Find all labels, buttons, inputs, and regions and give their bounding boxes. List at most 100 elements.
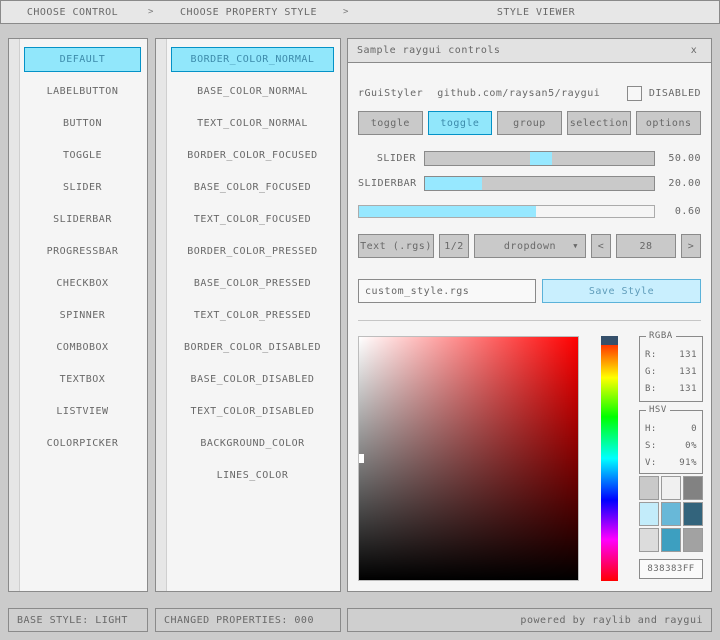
- list-item-spinner[interactable]: SPINNER: [24, 303, 141, 328]
- repo-link[interactable]: github.com/raysan5/raygui: [437, 88, 600, 99]
- list-item-base-color-disabled[interactable]: BASE_COLOR_DISABLED: [171, 367, 334, 392]
- list-item-toggle[interactable]: TOGGLE: [24, 143, 141, 168]
- color-picker-cursor[interactable]: [359, 454, 364, 463]
- s-value: 0%: [685, 441, 697, 451]
- style-viewer-window: Sample raygui controls x rGuiStyler gith…: [347, 38, 712, 592]
- status-powered-by: powered by raylib and raygui: [347, 608, 712, 632]
- sliderbar-track[interactable]: [424, 176, 655, 191]
- properties-list: BORDER_COLOR_NORMAL BASE_COLOR_NORMAL TE…: [171, 47, 334, 495]
- disabled-checkbox[interactable]: [627, 86, 642, 101]
- group-button[interactable]: group: [497, 111, 562, 135]
- list-item-border-color-disabled[interactable]: BORDER_COLOR_DISABLED: [171, 335, 334, 360]
- color-swatch[interactable]: [683, 476, 703, 500]
- properties-list-scrollbar[interactable]: [156, 39, 167, 591]
- top-navigation-bar: CHOOSE CONTROL > CHOOSE PROPERTY STYLE >…: [0, 0, 720, 24]
- close-icon[interactable]: x: [686, 43, 702, 59]
- progressbar-fill: [359, 206, 536, 217]
- spinner-value-box[interactable]: 28: [616, 234, 676, 258]
- list-item-sliderbar[interactable]: SLIDERBAR: [24, 207, 141, 232]
- hsv-group: HSV H: 0 S: 0% V: 91%: [639, 410, 703, 474]
- r-label: R:: [645, 350, 657, 360]
- slider-track[interactable]: [424, 151, 655, 166]
- v-label: V:: [645, 458, 657, 468]
- list-item-text-color-pressed[interactable]: TEXT_COLOR_PRESSED: [171, 303, 334, 328]
- color-swatch[interactable]: [661, 476, 681, 500]
- rgba-group: RGBA R: 131 G: 131 B: 131: [639, 336, 703, 402]
- color-swatch[interactable]: [683, 502, 703, 526]
- controls-list-scrollbar[interactable]: [9, 39, 20, 591]
- hsv-row-v: V: 91%: [645, 454, 697, 471]
- rgba-group-title: RGBA: [646, 331, 676, 341]
- chevron-right-icon: >: [339, 7, 353, 17]
- rgba-row-b: B: 131: [645, 380, 697, 397]
- status-changed-properties: CHANGED PROPERTIES: 000: [155, 608, 341, 632]
- list-item-progressbar[interactable]: PROGRESSBAR: [24, 239, 141, 264]
- list-item-text-color-focused[interactable]: TEXT_COLOR_FOCUSED: [171, 207, 334, 232]
- list-item-labelbutton[interactable]: LABELBUTTON: [24, 79, 141, 104]
- divider: [358, 320, 701, 321]
- list-item-base-color-focused[interactable]: BASE_COLOR_FOCUSED: [171, 175, 334, 200]
- rgba-row-r: R: 131: [645, 346, 697, 363]
- toggle-button[interactable]: toggle: [358, 111, 423, 135]
- list-item-slider[interactable]: SLIDER: [24, 175, 141, 200]
- nav-step-choose-property-style: CHOOSE PROPERTY STYLE: [158, 1, 339, 23]
- list-item-colorpicker[interactable]: COLORPICKER: [24, 431, 141, 456]
- progressbar-track: [358, 205, 655, 218]
- color-picker-gradient[interactable]: [358, 336, 579, 581]
- spinner-decrement-button[interactable]: <: [591, 234, 611, 258]
- viewer-title-bar: Sample raygui controls x: [348, 39, 711, 63]
- list-item-textbox[interactable]: TEXTBOX: [24, 367, 141, 392]
- b-value: 131: [679, 384, 697, 394]
- v-value: 91%: [679, 458, 697, 468]
- list-item-border-color-focused[interactable]: BORDER_COLOR_FOCUSED: [171, 143, 334, 168]
- disabled-label: DISABLED: [649, 88, 701, 99]
- hsv-row-s: S: 0%: [645, 437, 697, 454]
- dropdown-select[interactable]: dropdown ▼: [474, 234, 586, 258]
- color-swatch[interactable]: [683, 528, 703, 552]
- hex-color-textbox[interactable]: 838383FF: [639, 559, 703, 579]
- list-item-base-color-normal[interactable]: BASE_COLOR_NORMAL: [171, 79, 334, 104]
- list-item-button[interactable]: BUTTON: [24, 111, 141, 136]
- list-item-checkbox[interactable]: CHECKBOX: [24, 271, 141, 296]
- sliderbar-value: 20.00: [655, 178, 701, 189]
- list-item-listview[interactable]: LISTVIEW: [24, 399, 141, 424]
- r-value: 131: [679, 350, 697, 360]
- properties-list-panel: BORDER_COLOR_NORMAL BASE_COLOR_NORMAL TE…: [155, 38, 341, 592]
- half-toggle[interactable]: 1/2: [439, 234, 469, 258]
- h-value: 0: [691, 424, 697, 434]
- color-swatch[interactable]: [661, 502, 681, 526]
- styler-name-label: rGuiStyler: [358, 88, 423, 99]
- nav-step-style-viewer: STYLE VIEWER: [353, 1, 719, 23]
- selection-button[interactable]: selection: [567, 111, 632, 135]
- spinner-increment-button[interactable]: >: [681, 234, 701, 258]
- slider-handle[interactable]: [530, 152, 552, 165]
- nav-step-choose-control: CHOOSE CONTROL: [1, 1, 144, 23]
- color-swatch[interactable]: [639, 528, 659, 552]
- hue-slider[interactable]: [601, 336, 618, 581]
- list-item-border-color-pressed[interactable]: BORDER_COLOR_PRESSED: [171, 239, 334, 264]
- options-button[interactable]: options: [636, 111, 701, 135]
- list-item-combobox[interactable]: COMBOBOX: [24, 335, 141, 360]
- list-item-background-color[interactable]: BACKGROUND_COLOR: [171, 431, 334, 456]
- list-item-base-color-pressed[interactable]: BASE_COLOR_PRESSED: [171, 271, 334, 296]
- list-item-default[interactable]: DEFAULT: [24, 47, 141, 72]
- hue-slider-handle[interactable]: [601, 336, 618, 345]
- sliderbar-label: SLIDERBAR: [358, 178, 424, 189]
- color-swatch[interactable]: [639, 502, 659, 526]
- g-value: 131: [679, 367, 697, 377]
- text-rgs-toggle[interactable]: Text (.rgs): [358, 234, 434, 258]
- list-item-border-color-normal[interactable]: BORDER_COLOR_NORMAL: [171, 47, 334, 72]
- save-style-button[interactable]: Save Style: [542, 279, 701, 303]
- color-swatch[interactable]: [661, 528, 681, 552]
- list-item-text-color-disabled[interactable]: TEXT_COLOR_DISABLED: [171, 399, 334, 424]
- chevron-right-icon: >: [144, 7, 158, 17]
- list-item-lines-color[interactable]: LINES_COLOR: [171, 463, 334, 488]
- rgba-row-g: G: 131: [645, 363, 697, 380]
- list-item-text-color-normal[interactable]: TEXT_COLOR_NORMAL: [171, 111, 334, 136]
- color-swatch[interactable]: [639, 476, 659, 500]
- style-filename-input[interactable]: [358, 279, 536, 303]
- g-label: G:: [645, 367, 657, 377]
- status-base-style: BASE STYLE: LIGHT: [8, 608, 148, 632]
- toggle-button-active[interactable]: toggle: [428, 111, 493, 135]
- slider-value: 50.00: [655, 153, 701, 164]
